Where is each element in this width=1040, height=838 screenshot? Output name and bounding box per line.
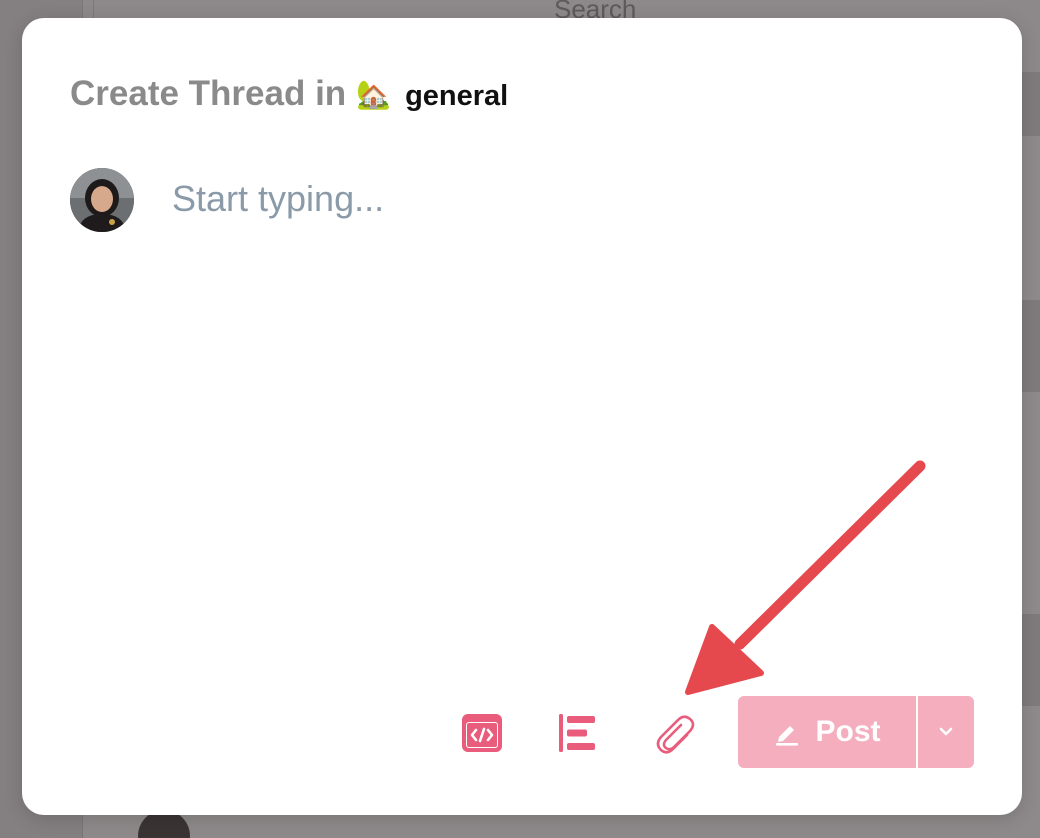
code-embed-icon — [462, 714, 502, 752]
background-row — [1022, 72, 1040, 136]
text-format-icon — [559, 714, 595, 752]
avatar-image — [70, 168, 134, 232]
attach-button[interactable] — [649, 708, 699, 758]
paperclip-icon — [656, 715, 695, 754]
format-button[interactable] — [552, 708, 602, 758]
thread-body-input[interactable] — [172, 178, 962, 658]
avatar — [70, 168, 134, 232]
create-thread-modal: Create Thread in 🏡 general Start typing.… — [22, 18, 1022, 815]
chevron-down-icon — [939, 727, 953, 736]
background-row — [1022, 614, 1040, 706]
post-button-group: Post — [738, 696, 974, 768]
background-row — [1022, 300, 1040, 392]
title-prefix: Create Thread in — [70, 74, 347, 113]
pencil-icon — [776, 726, 799, 746]
post-button-label: Post — [815, 715, 881, 748]
post-options-dropdown[interactable] — [918, 696, 974, 768]
community-name[interactable]: general — [405, 80, 508, 113]
embed-button[interactable] — [457, 708, 507, 758]
modal-title: Create Thread in 🏡 general — [70, 74, 508, 114]
community-emoji: 🏡 — [356, 78, 392, 110]
post-button[interactable]: Post — [738, 696, 916, 768]
